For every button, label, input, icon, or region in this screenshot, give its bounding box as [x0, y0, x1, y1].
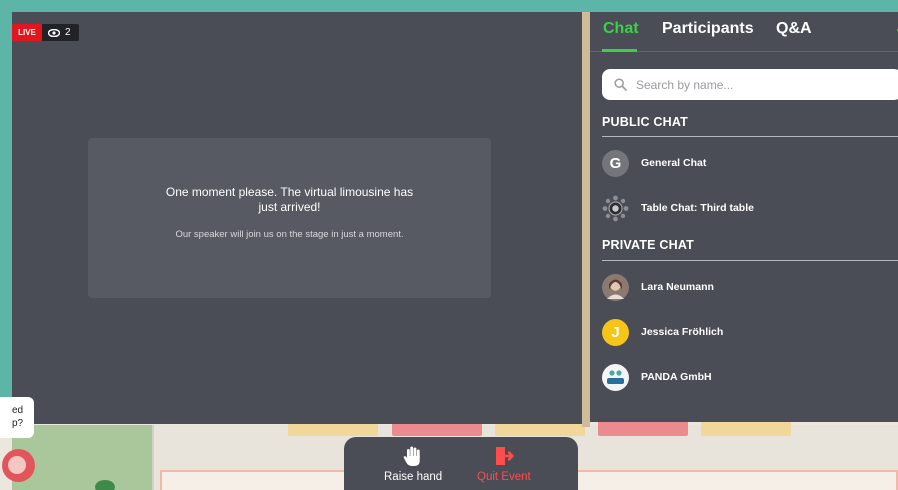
chat-item-table[interactable]: Table Chat: Third table [602, 193, 898, 223]
panda-logo-avatar [602, 363, 629, 391]
quit-event-label: Quit Event [477, 471, 531, 483]
chat-item-name: PANDA GmbH [641, 371, 712, 383]
chat-item-panda[interactable]: PANDA GmbH [602, 362, 898, 392]
chat-item-name: Lara Neumann [641, 281, 714, 293]
chat-item-jessica[interactable]: J Jessica Fröhlich [602, 317, 898, 347]
panel-divider [582, 12, 590, 427]
eye-icon [48, 28, 60, 37]
chat-item-name: Table Chat: Third table [641, 202, 754, 214]
private-chat-heading: PRIVATE CHAT [602, 238, 694, 252]
waiting-message-card: One moment please. The virtual limousine… [88, 138, 491, 298]
section-divider [602, 260, 898, 261]
live-badge: LIVE [12, 24, 42, 41]
help-bubble-line2: p? [12, 418, 24, 429]
tab-qa[interactable]: Q&A [776, 20, 812, 38]
tab-active-indicator [602, 49, 637, 52]
raise-hand-label: Raise hand [384, 471, 443, 483]
round-table-icon [602, 195, 629, 221]
waiting-message-title: One moment please. The virtual limousine… [165, 184, 414, 214]
tab-chat[interactable]: Chat [603, 20, 639, 38]
person-photo-avatar [602, 273, 629, 301]
event-control-bar: Raise hand Quit Event [344, 437, 578, 490]
raise-hand-button[interactable]: Raise hand [384, 445, 442, 483]
help-avatar-face [8, 456, 26, 474]
tree-icon [95, 480, 115, 490]
chat-item-lara[interactable]: Lara Neumann [602, 272, 898, 302]
search-input[interactable] [636, 77, 886, 92]
waiting-message-subtitle: Our speaker will join us on the stage in… [175, 228, 404, 240]
tab-participants[interactable]: Participants [662, 20, 754, 38]
help-bubble-line1: ed [12, 405, 24, 416]
quit-event-button[interactable]: Quit Event [477, 445, 531, 483]
jessica-avatar: J [602, 318, 629, 346]
chat-item-name: Jessica Fröhlich [641, 326, 724, 338]
viewer-count-badge: 2 [42, 24, 79, 41]
chat-item-general[interactable]: G General Chat [602, 148, 898, 178]
venue-table [598, 420, 688, 436]
search-bar [602, 69, 898, 100]
chat-item-name: General Chat [641, 157, 707, 169]
general-chat-avatar: G [602, 149, 629, 177]
section-divider [602, 136, 898, 137]
exit-door-icon [495, 447, 514, 465]
search-icon [614, 78, 627, 91]
chat-panel: Chat Participants Q&A PUBLIC CHAT G Gene… [590, 12, 898, 422]
hand-icon [403, 446, 420, 466]
venue-table [701, 420, 791, 436]
public-chat-heading: PUBLIC CHAT [602, 115, 688, 129]
panel-tabs: Chat Participants Q&A [590, 12, 898, 52]
help-bubble[interactable]: ed p? [0, 397, 34, 438]
viewer-count: 2 [65, 27, 71, 38]
